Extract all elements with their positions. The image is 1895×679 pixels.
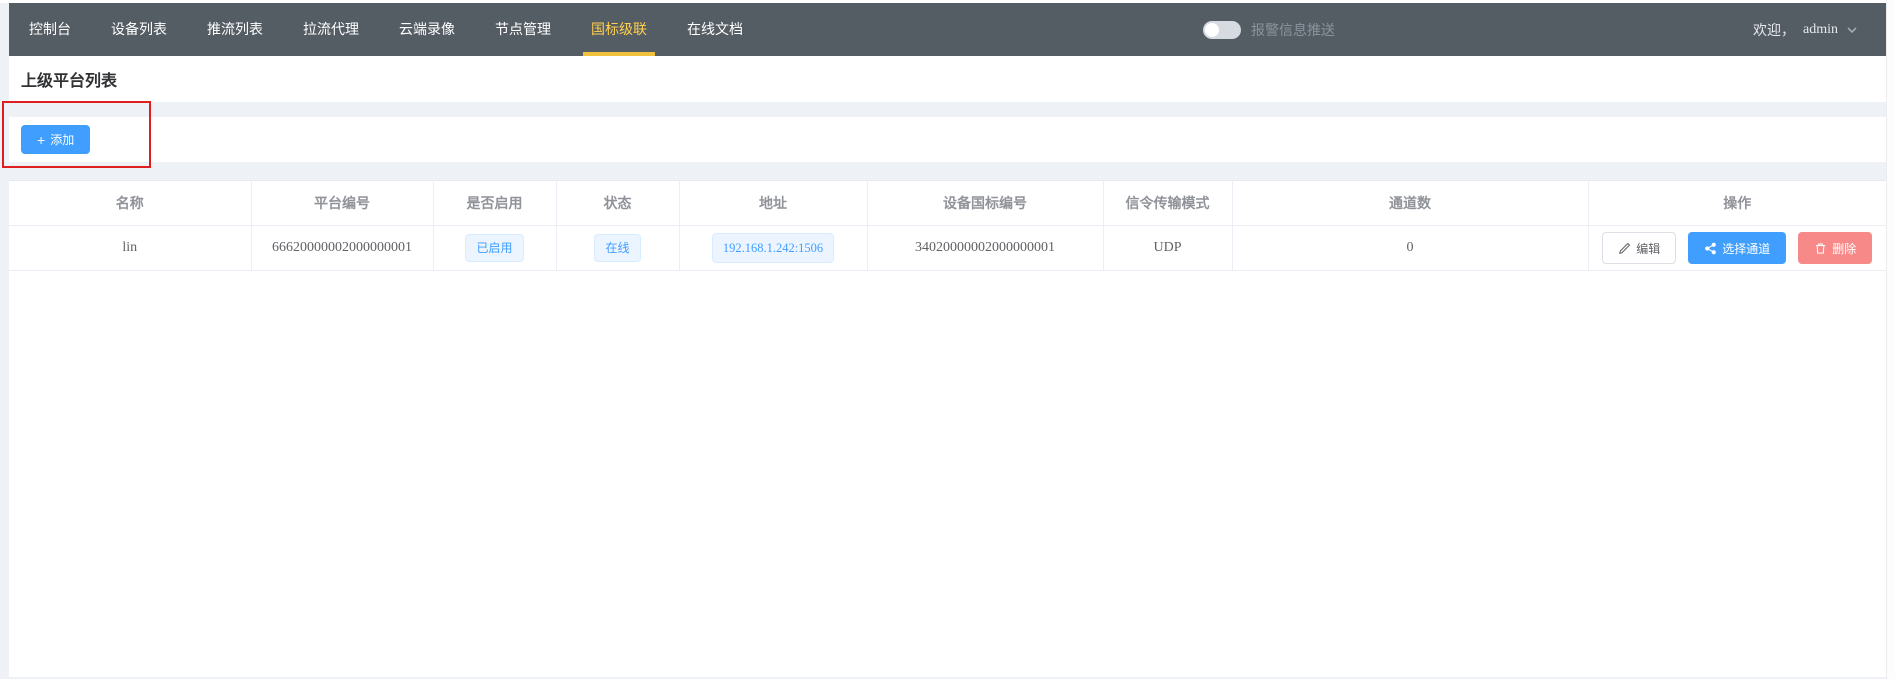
user-menu[interactable]: 欢迎， admin — [1753, 3, 1858, 56]
col-header-address: 地址 — [679, 181, 867, 226]
table-header-row: 名称 平台编号 是否启用 状态 地址 设备国标编号 信令传输模式 通道数 操作 — [9, 181, 1886, 226]
cell-transport-mode: UDP — [1103, 226, 1232, 271]
plus-icon: + — [37, 133, 45, 147]
add-button-label: 添加 — [50, 131, 74, 148]
status-badge: 在线 — [594, 234, 640, 262]
col-header-platform-id: 平台编号 — [251, 181, 433, 226]
alarm-push-label: 报警信息推送 — [1251, 20, 1335, 40]
platform-table: 名称 平台编号 是否启用 状态 地址 设备国标编号 信令传输模式 通道数 操作 … — [9, 180, 1886, 271]
cell-address: 192.168.1.242:1506 — [679, 226, 867, 271]
enabled-badge: 已启用 — [465, 234, 523, 262]
alarm-push-toggle[interactable] — [1203, 21, 1241, 39]
delete-button[interactable]: 删除 — [1798, 232, 1872, 264]
main-panel: 名称 平台编号 是否启用 状态 地址 设备国标编号 信令传输模式 通道数 操作 … — [9, 180, 1886, 677]
share-icon — [1704, 242, 1717, 255]
username: admin — [1803, 22, 1838, 38]
nav-item-gb-cascade[interactable]: 国标级联 — [571, 3, 667, 56]
top-nav: 控制台 设备列表 推流列表 拉流代理 云端录像 节点管理 国标级联 在线文档 报… — [9, 3, 1886, 56]
col-header-actions: 操作 — [1588, 181, 1886, 226]
col-header-status: 状态 — [556, 181, 679, 226]
delete-button-label: 删除 — [1832, 240, 1856, 257]
alarm-push-group: 报警信息推送 — [1203, 3, 1335, 56]
toolbar: + 添加 — [9, 117, 1886, 162]
edit-pencil-icon — [1618, 242, 1631, 255]
nav-item-cloud-record[interactable]: 云端录像 — [379, 3, 475, 56]
cell-status: 在线 — [556, 226, 679, 271]
nav-item-console[interactable]: 控制台 — [9, 3, 91, 56]
nav-item-pull-proxy[interactable]: 拉流代理 — [283, 3, 379, 56]
col-header-channel-count: 通道数 — [1232, 181, 1588, 226]
address-badge: 192.168.1.242:1506 — [712, 233, 834, 263]
title-bar: 上级平台列表 — [9, 56, 1886, 102]
edit-button[interactable]: 编辑 — [1602, 232, 1676, 264]
col-header-transport-mode: 信令传输模式 — [1103, 181, 1232, 226]
add-button[interactable]: + 添加 — [21, 125, 90, 154]
cell-name: lin — [9, 226, 251, 271]
nav-item-label: 国标级联 — [591, 21, 647, 37]
welcome-text: 欢迎， — [1753, 20, 1795, 40]
toggle-knob-icon — [1205, 23, 1219, 37]
nav-item-device-list[interactable]: 设备列表 — [91, 3, 187, 56]
trash-icon — [1814, 242, 1827, 255]
nav-item-online-docs[interactable]: 在线文档 — [667, 3, 763, 56]
table-row: lin 66620000002000000001 已启用 在线 192.168.… — [9, 226, 1886, 271]
col-header-gb-device-id: 设备国标编号 — [867, 181, 1103, 226]
cell-actions: 编辑 选择通道 删除 — [1588, 226, 1886, 271]
select-channel-label: 选择通道 — [1722, 240, 1770, 257]
col-header-name: 名称 — [9, 181, 251, 226]
cell-enabled: 已启用 — [433, 226, 556, 271]
nav-item-push-list[interactable]: 推流列表 — [187, 3, 283, 56]
scrollbar-track[interactable] — [1886, 0, 1895, 679]
chevron-down-icon — [1846, 24, 1858, 36]
cell-platform-id: 66620000002000000001 — [251, 226, 433, 271]
nav-item-node-manage[interactable]: 节点管理 — [475, 3, 571, 56]
cell-gb-device-id: 34020000002000000001 — [867, 226, 1103, 271]
cell-channel-count: 0 — [1232, 226, 1588, 271]
page-title: 上级平台列表 — [21, 67, 117, 91]
col-header-enabled: 是否启用 — [433, 181, 556, 226]
edit-button-label: 编辑 — [1636, 240, 1660, 257]
select-channel-button[interactable]: 选择通道 — [1688, 232, 1786, 264]
